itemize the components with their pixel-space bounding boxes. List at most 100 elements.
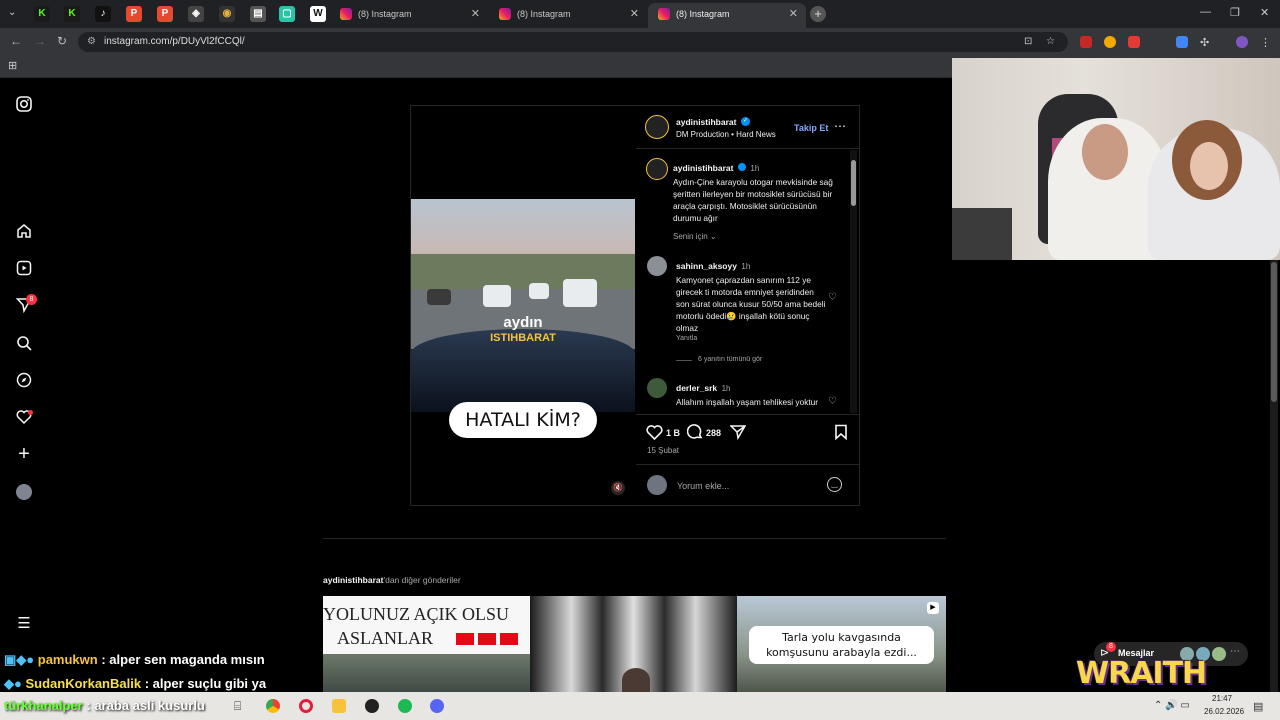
pinned-tab-tiktok-icon[interactable]: ♪ [95, 6, 111, 22]
save-bookmark-icon[interactable] [834, 424, 848, 445]
comment-avatar[interactable] [647, 256, 667, 276]
wraith-logo: WRAITH [1076, 656, 1207, 691]
replies-line [676, 360, 692, 361]
notification-center-icon[interactable]: ▤ [1253, 700, 1263, 713]
like-comment-icon[interactable]: ♡ [828, 292, 837, 303]
extension-icon[interactable] [1176, 36, 1188, 48]
file-explorer-icon[interactable] [332, 699, 346, 713]
chrome-icon[interactable] [266, 699, 280, 713]
apps-grid-icon[interactable]: ⊞ [8, 59, 17, 72]
caption-user[interactable]: aydinistihbarat [673, 163, 733, 173]
chat-message: : alper suçlu gibi ya [144, 676, 267, 691]
clock-date[interactable]: 26.02.2026 [1204, 707, 1244, 716]
comment-text: Kamyonet çaprazdan sanırım 112 ye girece… [676, 275, 826, 333]
pinned-tab-p-icon[interactable]: P [126, 6, 142, 22]
account-avatar[interactable] [645, 115, 669, 139]
pinned-tab-site-icon[interactable]: ◈ [188, 6, 204, 22]
tab-search-icon[interactable]: ⌄ [8, 7, 16, 18]
comment-user[interactable]: sahinn_aksoyy [676, 261, 737, 271]
comment-user[interactable]: derler_srk [676, 383, 717, 393]
clock-time[interactable]: 21:47 [1212, 694, 1232, 703]
url-text: instagram.com/p/DUyVl2fCCQl/ [104, 36, 245, 47]
caption-avatar[interactable] [646, 158, 668, 180]
new-tab-button[interactable]: + [810, 6, 826, 22]
explore-icon[interactable] [16, 372, 32, 388]
comment-icon[interactable] [686, 424, 703, 445]
share-icon[interactable] [729, 424, 747, 445]
post-thumbnail[interactable]: YOLUNUZ AÇIK OLSU ASLANLAR [323, 596, 530, 692]
emoji-icon[interactable]: ‿ [827, 477, 842, 492]
pinned-tab-site-icon[interactable]: ▤ [250, 6, 266, 22]
pinned-tab-site-icon[interactable]: ◉ [219, 6, 235, 22]
tab-instagram-active[interactable]: (8) Instagram ✕ [648, 3, 806, 28]
view-replies-button[interactable]: 6 yanıtın tümünü gör [698, 356, 762, 363]
restore-icon[interactable]: ❐ [1230, 6, 1240, 19]
back-icon[interactable]: ← [10, 34, 22, 48]
bookmark-star-icon[interactable]: ☆ [1046, 32, 1055, 52]
site-info-icon[interactable]: ⚙ [87, 32, 96, 52]
post-thumbnail[interactable]: ▶ Tarla yolu kavgasında komşusunu arabay… [737, 596, 946, 692]
extension-icon[interactable] [1128, 36, 1140, 48]
notification-badge: 8 [26, 294, 37, 305]
post-subtitle: DM Production • Hard News [676, 130, 776, 139]
tab-instagram-1[interactable]: (8) Instagram ✕ [330, 3, 488, 28]
pinned-tab-p-icon[interactable]: P [157, 6, 173, 22]
comment-block: derler_srk 1h Allahım inşallah yaşam teh… [676, 378, 826, 408]
chat-message: : alper sen maganda mısın [101, 652, 265, 667]
minimize-icon[interactable]: — [1200, 6, 1211, 18]
address-bar[interactable]: ⚙ instagram.com/p/DUyVl2fCCQl/ ⊡ ☆ [78, 32, 1068, 52]
search-icon[interactable] [16, 335, 32, 351]
caption-block: aydinistihbarat 1h Aydın-Çine karayolu o… [673, 158, 839, 224]
close-window-icon[interactable]: ✕ [1260, 6, 1269, 19]
more-menu-icon[interactable]: ☰ [16, 616, 32, 632]
instagram-icon [499, 8, 511, 20]
comment-avatar[interactable] [647, 378, 667, 398]
extension-icon[interactable] [1104, 36, 1116, 48]
task-view-icon[interactable]: ⌸ [234, 699, 248, 713]
menu-icon[interactable]: ⋮ [1260, 36, 1272, 49]
pinned-tab-kick-icon[interactable]: K [64, 6, 80, 22]
more-options-icon[interactable]: ⋯ [834, 119, 846, 133]
account-name[interactable]: aydinistihbarat [676, 117, 736, 127]
spotify-icon[interactable] [398, 699, 412, 713]
post-thumbnail[interactable] [530, 596, 737, 692]
opera-icon[interactable] [299, 699, 313, 713]
notifications-heart-icon[interactable] [16, 409, 33, 425]
reels-icon[interactable] [16, 260, 32, 276]
app-icon[interactable] [430, 699, 444, 713]
instagram-logo-icon[interactable] [16, 96, 32, 112]
forward-icon[interactable]: → [34, 34, 46, 48]
pinned-tab-wikipedia-icon[interactable]: W [310, 6, 326, 22]
like-icon[interactable] [646, 424, 663, 445]
reply-button[interactable]: Yanıtla [676, 335, 697, 342]
extensions-puzzle-icon[interactable]: ✣ [1200, 36, 1212, 49]
profile-avatar[interactable] [16, 484, 32, 500]
like-comment-icon[interactable]: ♡ [828, 396, 837, 407]
follow-button[interactable]: Takip Et [794, 123, 828, 133]
scrollbar-thumb[interactable] [851, 160, 856, 206]
webcam-overlay [952, 58, 1280, 260]
tray-icons[interactable]: ⌃ 🔊 ▭ [1154, 700, 1190, 711]
page-scrollbar-thumb[interactable] [1271, 262, 1277, 402]
desk-item [952, 208, 1012, 260]
comment-input[interactable]: Yorum ekle... [677, 481, 729, 491]
profile-avatar[interactable] [1236, 36, 1248, 48]
pinned-tab-site-icon[interactable]: ▢ [279, 6, 295, 22]
home-icon[interactable] [16, 223, 32, 239]
messages-icon[interactable]: 8 [15, 294, 37, 314]
likes-count[interactable]: 1 B [666, 428, 680, 438]
reload-icon[interactable]: ↻ [57, 34, 67, 48]
close-tab-icon[interactable]: ✕ [471, 3, 480, 25]
close-tab-icon[interactable]: ✕ [630, 3, 639, 25]
install-app-icon[interactable]: ⊡ [1024, 32, 1032, 52]
tab-instagram-2[interactable]: (8) Instagram ✕ [489, 3, 647, 28]
extension-icon[interactable] [1080, 36, 1092, 48]
translation-toggle[interactable]: Senin için ⌄ [673, 232, 717, 241]
pinned-tab-kick-icon[interactable]: K [34, 6, 50, 22]
app-icon[interactable] [365, 699, 379, 713]
chat-line: ◆● SudanKorkanBalik : alper suçlu gibi y… [4, 676, 266, 692]
close-tab-icon[interactable]: ✕ [789, 3, 798, 25]
comments-count[interactable]: 288 [706, 428, 721, 438]
mute-icon[interactable]: 🔇 [611, 481, 625, 495]
create-plus-icon[interactable]: + [16, 444, 32, 464]
